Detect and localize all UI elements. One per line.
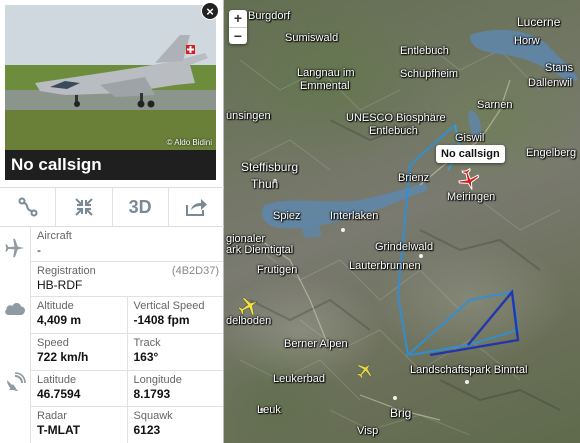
aircraft-photo[interactable]: © Aldo Bidini xyxy=(5,5,216,150)
position-section: Latitude 46.7594 Longitude 8.1793 Radar … xyxy=(30,371,223,443)
place-label: Sarnen xyxy=(477,99,513,111)
place-label: Dallenwil xyxy=(528,77,573,89)
flight-section: Altitude 4,409 m Vertical Speed -1408 fp… xyxy=(30,297,223,371)
aircraft-info-panel: © Aldo Bidini × No callsign 3D Aircraft … xyxy=(0,0,224,443)
close-button[interactable]: × xyxy=(201,2,219,20)
share-icon xyxy=(186,199,208,216)
latitude-label: Latitude xyxy=(37,374,77,386)
place-label: Frutigen xyxy=(257,264,298,276)
photo-credit: © Aldo Bidini xyxy=(166,138,212,147)
altitude-label: Altitude xyxy=(37,300,74,312)
place-label: ark Diemtigtal xyxy=(226,244,294,256)
panel-toolbar: 3D xyxy=(0,187,224,227)
aircraft-marker-icon[interactable] xyxy=(237,294,261,318)
place-label: Entlebuch xyxy=(400,45,449,57)
map-callout-callsign[interactable]: No callsign xyxy=(436,145,505,163)
zoom-control: + − xyxy=(229,10,247,44)
longitude-label: Longitude xyxy=(133,374,182,386)
place-label: ünsingen xyxy=(226,110,271,122)
compress-icon xyxy=(75,198,93,216)
place-label: Spiez xyxy=(273,210,301,222)
place-label: Emmental xyxy=(300,80,350,92)
place-label: Burgdorf xyxy=(248,10,291,22)
place-label: Leukerbad xyxy=(273,373,325,385)
place-label: Langnau im xyxy=(297,67,355,79)
aircraft-label: Aircraft xyxy=(37,230,72,242)
route-button[interactable] xyxy=(0,188,57,226)
close-icon: × xyxy=(206,4,214,19)
latitude-value: 46.7594 xyxy=(37,387,81,401)
zoom-out-button[interactable]: − xyxy=(229,27,247,44)
aircraft-value: - xyxy=(37,243,41,257)
plane-icon xyxy=(5,238,25,258)
speed-label: Speed xyxy=(37,337,69,349)
place-label: Visp xyxy=(357,425,379,437)
position-section-icon xyxy=(0,372,30,394)
place-label: Grindelwald xyxy=(375,241,434,253)
track-label: Track xyxy=(133,337,161,349)
radar-label: Radar xyxy=(37,410,67,422)
radar-icon xyxy=(7,372,26,391)
place-label: Schüpfheim xyxy=(400,68,459,80)
vertical-speed-label: Vertical Speed xyxy=(133,300,205,312)
vertical-speed-value: -1408 fpm xyxy=(133,313,190,327)
place-label: Entlebuch xyxy=(369,125,418,137)
place-label: Thun xyxy=(251,177,279,191)
place-label: Berner Alpen xyxy=(284,338,348,350)
altitude-value: 4,409 m xyxy=(37,313,82,327)
radar-value: T-MLAT xyxy=(37,423,81,437)
mode-s-hex: (4B2D37) xyxy=(171,265,219,277)
place-label: Brienz xyxy=(398,172,430,184)
compress-view-button[interactable] xyxy=(56,188,113,226)
place-label: Steffisburg xyxy=(241,160,299,174)
place-label: Brig xyxy=(390,406,412,420)
aircraft-photo-image xyxy=(5,5,216,150)
track-value: 163° xyxy=(133,350,159,364)
place-label: UNESCO Biosphäre xyxy=(346,112,446,124)
place-label: Lucerne xyxy=(517,15,561,29)
place-label: Lauterbrunnen xyxy=(349,260,421,272)
cloud-icon xyxy=(5,303,25,315)
selected-plane-icon[interactable] xyxy=(456,168,482,192)
aircraft-section-icon xyxy=(0,233,30,295)
squawk-value: 6123 xyxy=(133,423,161,437)
place-label: Leuk xyxy=(257,404,281,416)
flight-section-icon xyxy=(0,300,30,316)
longitude-value: 8.1793 xyxy=(133,387,171,401)
registration-label: Registration xyxy=(37,265,96,277)
place-label: Horw xyxy=(514,35,540,47)
zoom-in-button[interactable]: + xyxy=(229,10,247,27)
place-label: Sumiswald xyxy=(285,32,339,44)
registration-value: HB-RDF xyxy=(37,278,83,292)
aircraft-section: Aircraft - Registration (4B2D37) HB-RDF xyxy=(30,227,223,297)
place-label: Landschaftspark Binntal xyxy=(410,364,528,376)
place-label: Interlaken xyxy=(330,210,379,222)
place-label: Meiringen xyxy=(447,191,496,203)
place-label: Stans xyxy=(545,62,574,74)
3d-view-button[interactable]: 3D xyxy=(113,188,169,226)
place-label: Engelberg xyxy=(526,147,577,159)
share-button[interactable] xyxy=(169,188,224,226)
place-label: Giswil xyxy=(455,132,485,144)
aircraft-marker-icon[interactable] xyxy=(355,360,375,380)
route-icon xyxy=(18,197,38,217)
squawk-label: Squawk xyxy=(133,410,173,422)
speed-value: 722 km/h xyxy=(37,350,89,364)
callsign-title: No callsign xyxy=(5,150,216,180)
